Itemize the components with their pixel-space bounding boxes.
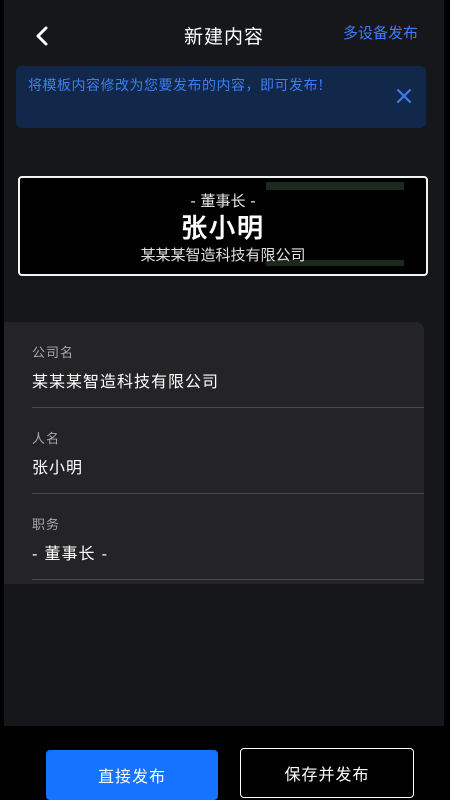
bottom-action-bar: 直接发布 保存并发布 (4, 726, 444, 800)
notice-banner: 将模板内容修改为您要发布的内容，即可发布! (16, 66, 426, 128)
title-field-label: 职务 (32, 518, 61, 533)
company-input[interactable] (32, 366, 402, 394)
title-input[interactable] (32, 538, 402, 566)
preview-card: - 董事长 - 张小明 某某某智造科技有限公司 (18, 176, 428, 276)
screen: 新建内容 多设备发布 将模板内容修改为您要发布的内容，即可发布! - 董事长 -… (4, 0, 444, 800)
company-field-label: 公司名 (32, 346, 75, 361)
preview-decoration (266, 182, 404, 190)
notice-close-button[interactable] (392, 84, 416, 108)
edit-form: 公司名 人名 职务 (4, 322, 424, 584)
notice-text: 将模板内容修改为您要发布的内容，即可发布! (28, 78, 325, 94)
preview-name: 张小明 (180, 214, 265, 244)
multi-device-publish-link[interactable]: 多设备发布 (343, 22, 418, 43)
save-and-publish-button[interactable]: 保存并发布 (240, 748, 414, 798)
divider (32, 579, 424, 580)
preview-company: 某某某智造科技有限公司 (140, 246, 306, 264)
title-field: 职务 (32, 494, 424, 580)
name-field-label: 人名 (32, 432, 61, 447)
header: 新建内容 多设备发布 (4, 0, 444, 64)
close-icon (397, 89, 411, 103)
name-field: 人名 (32, 408, 424, 494)
direct-publish-button[interactable]: 直接发布 (46, 750, 218, 800)
name-input[interactable] (32, 452, 402, 480)
company-field: 公司名 (32, 322, 424, 408)
